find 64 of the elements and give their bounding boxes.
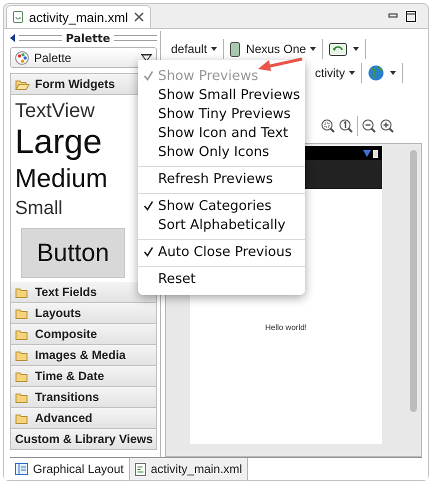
rotate-icon[interactable]: [329, 42, 348, 56]
category-header[interactable]: Advanced: [10, 408, 157, 429]
medium-text-preview[interactable]: Medium: [15, 163, 108, 194]
collapse-icon[interactable]: [10, 34, 15, 42]
textview-preview[interactable]: TextView: [15, 100, 95, 123]
folder-icon: [15, 307, 30, 319]
menu-item[interactable]: Show Categories: [138, 196, 305, 215]
category-header[interactable]: Images & Media: [10, 345, 157, 366]
theme-dropdown[interactable]: default: [171, 42, 218, 56]
zoom-actual-icon[interactable]: [339, 119, 353, 133]
palette-dropdown[interactable]: Palette: [10, 47, 157, 68]
close-icon[interactable]: [134, 12, 144, 22]
category-header[interactable]: Transitions: [10, 387, 157, 408]
zoom-in-icon[interactable]: [380, 119, 394, 133]
open-folder-icon: [15, 78, 30, 90]
folder-icon: [15, 328, 30, 340]
palette-icon: [15, 50, 29, 64]
xml-file-icon: [134, 462, 146, 476]
folder-icon: [15, 349, 30, 361]
palette-title: Palette: [66, 32, 110, 44]
caret-icon[interactable]: [310, 47, 316, 51]
zoom-fit-icon[interactable]: [321, 119, 335, 133]
editor-tab[interactable]: activity_main.xml: [6, 5, 151, 28]
checkmark-icon: [142, 70, 154, 81]
scrollbar[interactable]: [410, 150, 417, 412]
caret-icon[interactable]: [349, 71, 355, 75]
battery-icon: [373, 148, 378, 158]
menu-item[interactable]: Auto Close Previous: [138, 242, 305, 261]
caret-icon[interactable]: [211, 47, 218, 51]
checkmark-icon: [142, 246, 154, 257]
signal-icon: [363, 150, 371, 156]
globe-icon[interactable]: [368, 65, 384, 81]
category-header[interactable]: Text Fields: [10, 282, 157, 303]
menu-item[interactable]: Show Icon and Text: [138, 123, 305, 142]
category-header[interactable]: Time & Date: [10, 366, 157, 387]
dropdown-icon[interactable]: [141, 54, 152, 62]
menu-item[interactable]: Show Only Icons: [138, 142, 305, 161]
large-text-preview[interactable]: Large: [15, 123, 102, 161]
layout-icon: [15, 463, 28, 475]
caret-icon[interactable]: [390, 71, 396, 75]
caret-icon[interactable]: [353, 47, 360, 51]
hello-text: Hello world!: [265, 323, 307, 332]
category-header[interactable]: Composite: [10, 324, 157, 345]
annotation-arrow: [258, 57, 304, 71]
editor-mode-tab[interactable]: activity_main.xml: [130, 458, 248, 480]
folder-icon: [15, 370, 30, 382]
folder-icon: [15, 286, 30, 298]
category-header[interactable]: Layouts: [10, 303, 157, 324]
category-header[interactable]: Custom & Library Views: [10, 429, 157, 450]
device-dropdown[interactable]: Nexus One: [246, 42, 316, 56]
checkmark-icon: [142, 200, 154, 211]
maximize-icon[interactable]: [406, 10, 416, 22]
menu-item[interactable]: Show Tiny Previews: [138, 104, 305, 123]
small-text-preview[interactable]: Small: [15, 198, 63, 220]
file-icon: [13, 11, 23, 23]
menu-item[interactable]: Sort Alphabetically: [138, 215, 305, 234]
folder-icon: [15, 412, 30, 424]
folder-icon: [15, 391, 30, 403]
phone-icon: [230, 42, 240, 56]
minimize-icon[interactable]: [388, 10, 398, 20]
activity-dropdown[interactable]: ctivity: [315, 66, 355, 80]
button-preview[interactable]: Button: [21, 228, 125, 278]
zoom-out-icon[interactable]: [362, 119, 376, 133]
menu-item[interactable]: Refresh Previews: [138, 169, 305, 188]
